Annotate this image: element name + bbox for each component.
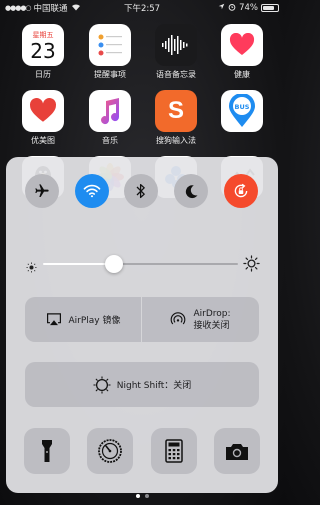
flashlight-icon	[42, 440, 52, 462]
app-voice-memos[interactable]: 语音备忘录	[150, 24, 202, 80]
app-label: 音乐	[102, 136, 118, 145]
status-bar: ●●●●○ 中国联通 下午2:57 74%	[0, 0, 284, 16]
app-label: 优美图	[31, 136, 55, 145]
night-shift-button[interactable]: Night Shift：关闭	[25, 362, 259, 407]
airplay-label: AirPlay 镜像	[68, 316, 121, 326]
moon-icon	[185, 184, 197, 198]
signal-strength-icon: ●●●●○	[5, 4, 32, 12]
airdrop-status: 接收关闭	[193, 320, 230, 331]
location-icon	[218, 3, 225, 13]
carrier-name: 中国联通	[33, 4, 68, 14]
airdrop-button[interactable]: AirDrop: 接收关闭	[142, 297, 259, 342]
brightness-slider-thumb[interactable]	[105, 255, 123, 273]
brightness-high-icon	[243, 255, 260, 276]
app-health[interactable]: 健康	[216, 24, 268, 80]
airdrop-label: AirDrop:	[193, 308, 231, 319]
wifi-toggle[interactable]	[75, 174, 109, 208]
app-youmeitu[interactable]: 优美图	[17, 90, 69, 146]
airplane-mode-toggle[interactable]	[25, 174, 59, 208]
calculator-icon	[165, 439, 183, 463]
reminders-icon	[89, 24, 131, 66]
page-dot	[144, 494, 149, 498]
battery-icon	[261, 4, 279, 12]
wifi-status-icon	[71, 3, 81, 14]
app-label: 日历	[35, 70, 51, 79]
battery-percent: 74%	[239, 3, 258, 13]
brightness-track	[114, 263, 238, 265]
night-shift-icon	[93, 375, 111, 394]
airplane-icon	[35, 184, 49, 197]
brightness-low-icon	[26, 258, 37, 277]
timer-button[interactable]	[87, 428, 133, 474]
airplay-mirroring-button[interactable]: AirPlay 镜像	[25, 297, 141, 342]
heart-icon	[22, 90, 64, 132]
app-sogou-input[interactable]: S 搜狗输入法	[150, 90, 202, 146]
app-reminders[interactable]: 提醒事项	[84, 24, 136, 80]
app-label: 搜狗输入法	[156, 136, 196, 145]
airdrop-icon	[171, 311, 186, 324]
page-dot-active	[135, 494, 140, 498]
page-indicator[interactable]	[0, 494, 284, 498]
clock: 下午2:57	[123, 4, 161, 14]
calendar-day: 23	[30, 39, 56, 63]
rotation-lock-toggle[interactable]	[224, 174, 258, 208]
brightness-track-filled	[43, 263, 114, 265]
calculator-button[interactable]	[151, 428, 197, 474]
rotation-lock-icon	[234, 183, 248, 198]
camera-icon	[226, 443, 248, 460]
app-calendar[interactable]: 星期五 23 日历	[17, 24, 69, 80]
health-icon	[221, 24, 263, 66]
do-not-disturb-toggle[interactable]	[174, 174, 208, 208]
music-icon	[89, 90, 131, 132]
night-shift-label: Night Shift：关闭	[116, 381, 192, 391]
app-label: 健康	[234, 70, 250, 79]
app-label: 提醒事项	[94, 70, 126, 79]
timer-icon	[98, 439, 122, 463]
calendar-icon: 星期五 23	[22, 24, 64, 66]
voice-memos-icon	[155, 24, 197, 66]
airplay-icon	[46, 313, 61, 326]
bus-badge: BUS	[234, 102, 250, 111]
camera-button[interactable]	[214, 428, 260, 474]
bus-pin-icon: BUS	[221, 90, 263, 132]
bluetooth-icon	[136, 183, 145, 199]
wifi-icon	[83, 184, 101, 198]
bluetooth-toggle[interactable]	[124, 174, 158, 208]
alarm-icon	[228, 3, 236, 14]
app-label: 语音备忘录	[156, 70, 196, 79]
app-bus[interactable]: BUS	[216, 90, 268, 135]
sogou-icon: S	[155, 90, 197, 132]
app-music[interactable]: 音乐	[84, 90, 136, 146]
flashlight-button[interactable]	[24, 428, 70, 474]
